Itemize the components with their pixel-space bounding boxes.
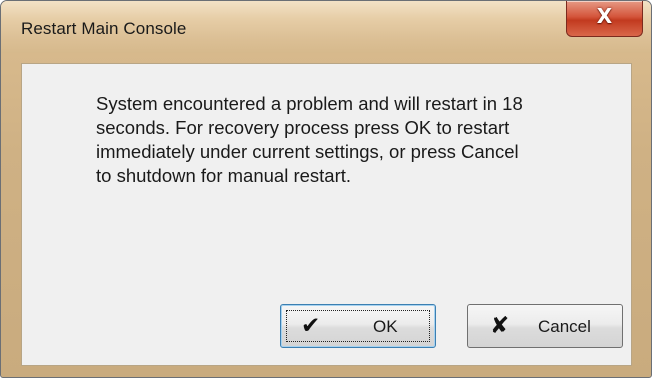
close-button[interactable]: X bbox=[566, 1, 643, 37]
message-text: System encountered a problem and will re… bbox=[96, 92, 616, 188]
ok-button-label: OK bbox=[373, 317, 398, 336]
ok-button[interactable]: ✔ OK bbox=[280, 304, 436, 348]
checkmark-icon: ✔ bbox=[301, 313, 321, 339]
title-bar[interactable]: Restart Main Console X bbox=[1, 1, 651, 53]
cross-icon: ✘ bbox=[490, 313, 510, 339]
close-icon: X bbox=[596, 4, 613, 28]
restart-dialog: Restart Main Console X System encountere… bbox=[0, 0, 652, 378]
message-line: to shutdown for manual restart. bbox=[96, 165, 352, 186]
message-line: seconds. For recovery process press OK t… bbox=[96, 117, 510, 138]
message-line: System encountered a problem and will re… bbox=[96, 93, 523, 114]
dialog-body: System encountered a problem and will re… bbox=[21, 63, 632, 366]
cancel-button[interactable]: ✘ Cancel bbox=[467, 304, 623, 348]
window-title: Restart Main Console bbox=[21, 19, 187, 38]
message-line: immediately under current settings, or p… bbox=[96, 141, 519, 162]
cancel-button-label: Cancel bbox=[538, 317, 591, 336]
